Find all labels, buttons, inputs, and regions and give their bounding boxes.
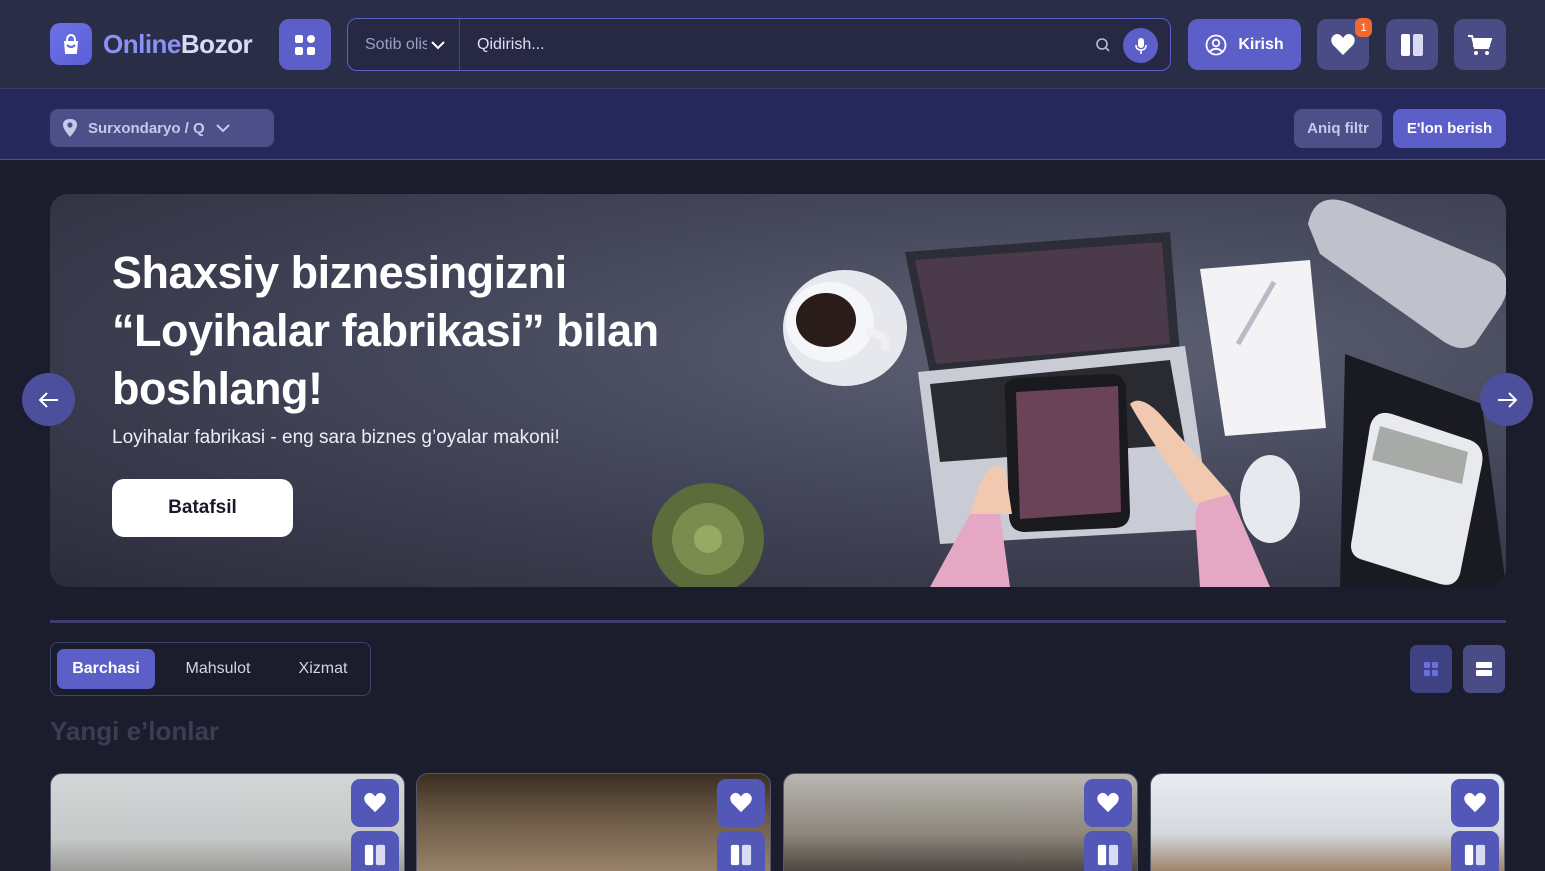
- login-button[interactable]: Kirish: [1188, 19, 1301, 70]
- voice-search-button[interactable]: [1123, 28, 1158, 63]
- compare-button[interactable]: [1386, 19, 1438, 70]
- logo[interactable]: OnlineBozor: [50, 23, 253, 65]
- catalog-button[interactable]: [279, 19, 331, 70]
- card-compare-button[interactable]: [1084, 831, 1132, 871]
- location-pin-icon: [63, 119, 77, 137]
- card-compare-button[interactable]: [351, 831, 399, 871]
- carousel-prev-button[interactable]: [22, 373, 75, 426]
- card-favorite-button[interactable]: [1451, 779, 1499, 827]
- post-ad-button[interactable]: E'lon berish: [1393, 109, 1506, 148]
- favorites-button[interactable]: 1: [1317, 18, 1372, 70]
- grid-view-icon: [1424, 662, 1438, 676]
- heart-icon: [1097, 792, 1119, 813]
- listing-card[interactable]: [50, 773, 405, 871]
- section-title: Yangi e’lonlar: [50, 716, 220, 746]
- tab-products[interactable]: Mahsulot: [155, 649, 281, 689]
- heart-icon: [730, 792, 752, 813]
- compare-icon: [1097, 844, 1119, 866]
- banner-subtitle: Loyihalar fabrikasi - eng sara biznes g’…: [112, 427, 560, 448]
- search-category-select[interactable]: Sotib olish: [348, 19, 460, 70]
- carousel-next-button[interactable]: [1480, 373, 1533, 426]
- chevron-down-icon: [216, 124, 230, 133]
- logo-text: OnlineBozor: [103, 28, 253, 59]
- user-icon: [1205, 34, 1227, 55]
- shopping-bag-icon: [50, 23, 92, 65]
- card-favorite-button[interactable]: [351, 779, 399, 827]
- listing-card[interactable]: [783, 773, 1138, 871]
- card-favorite-button[interactable]: [717, 779, 765, 827]
- arrow-right-icon: [1497, 391, 1517, 408]
- list-view-icon: [1476, 662, 1492, 676]
- grid-icon: [295, 34, 315, 55]
- listing-card[interactable]: [416, 773, 771, 871]
- card-compare-button[interactable]: [1451, 831, 1499, 871]
- mic-icon: [1134, 37, 1147, 54]
- compare-icon: [1464, 844, 1486, 866]
- card-compare-button[interactable]: [717, 831, 765, 871]
- banner-illustration: [652, 199, 1506, 587]
- location-select[interactable]: Surxondaryo / Qiziriq: [50, 109, 274, 147]
- promo-banner: Shaxsiy biznesingizni “Loyihalar fabrika…: [50, 194, 1506, 587]
- search-icon[interactable]: [1095, 37, 1111, 53]
- heart-icon: [364, 792, 386, 813]
- listing-card[interactable]: [1150, 773, 1505, 871]
- card-favorite-button[interactable]: [1084, 779, 1132, 827]
- arrow-left-icon: [38, 391, 58, 408]
- cart-button[interactable]: [1454, 19, 1506, 70]
- tab-all[interactable]: Barchasi: [57, 649, 155, 689]
- header: OnlineBozor Sotib olish Kirish 1: [0, 0, 1545, 89]
- cart-icon: [1468, 34, 1493, 55]
- favorites-count-badge: 1: [1355, 18, 1372, 37]
- compare-icon: [364, 844, 386, 866]
- list-view-button[interactable]: [1463, 645, 1505, 693]
- compare-icon: [1401, 33, 1423, 56]
- compare-icon: [730, 844, 752, 866]
- grid-view-button[interactable]: [1410, 645, 1452, 693]
- section-divider: [50, 620, 1506, 623]
- banner-details-button[interactable]: Batafsil: [112, 479, 293, 537]
- search-input[interactable]: [460, 19, 1170, 70]
- chevron-down-icon: [431, 41, 445, 50]
- heart-icon: [1331, 33, 1355, 55]
- heart-icon: [1464, 792, 1486, 813]
- sub-toolbar: Surxondaryo / Qiziriq Aniq filtr E'lon b…: [0, 89, 1545, 160]
- banner-title: Shaxsiy biznesingizni “Loyihalar fabrika…: [112, 247, 659, 414]
- advanced-filter-button[interactable]: Aniq filtr: [1294, 109, 1382, 148]
- tab-services[interactable]: Xizmat: [281, 649, 365, 689]
- search-bar: Sotib olish: [347, 18, 1171, 71]
- listing-type-tabs: Barchasi Mahsulot Xizmat: [50, 642, 371, 696]
